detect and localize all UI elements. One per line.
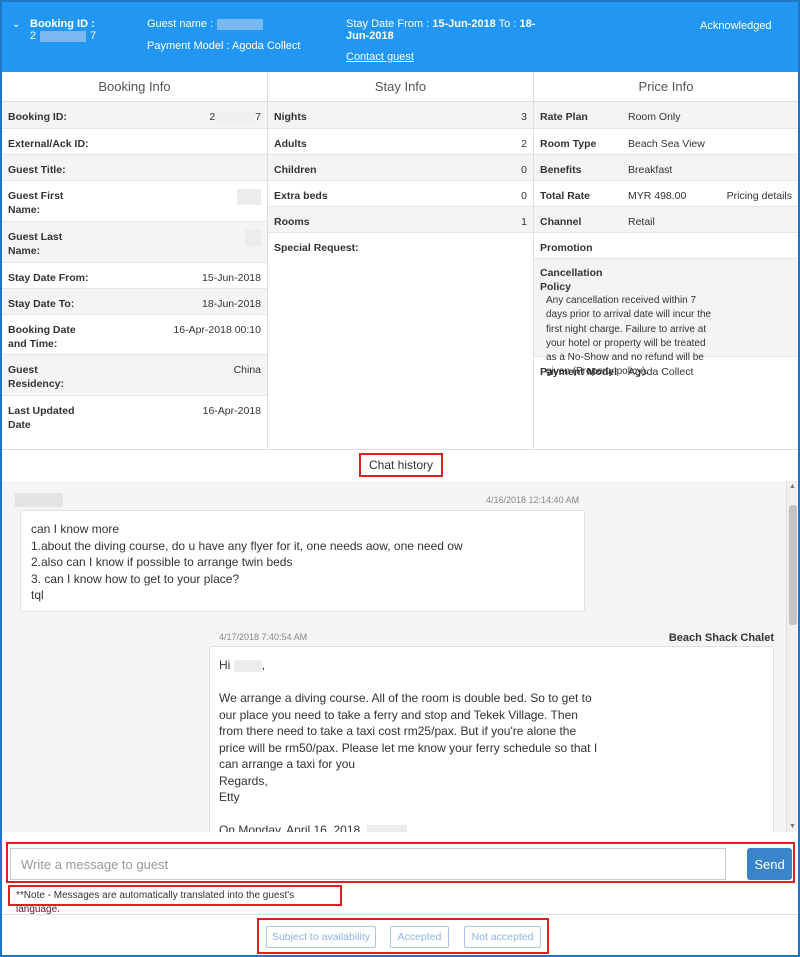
booking-header: ⌄ Booking ID : 27 Guest name : Payment M…	[2, 2, 798, 72]
price-info-column: Price Info Rate Plan Room Only Room Type B…	[534, 72, 798, 450]
header-stay-dates: Stay Date From : 15-Jun-2018 To : 18-Jun…	[346, 18, 536, 42]
message-timestamp: 4/17/2018 7:40:54 AM	[219, 632, 308, 642]
guest-residency-row: Guest Residency: China	[2, 355, 267, 396]
pricing-details-link[interactable]: Pricing details	[727, 189, 792, 203]
header-booking-id: 27	[30, 30, 97, 42]
tab-chat-history[interactable]: Chat history	[359, 453, 443, 477]
guest-first-name-row: Guest First Name:	[2, 181, 267, 222]
redacted-mask	[237, 189, 261, 205]
price-info-title: Price Info	[534, 72, 798, 102]
stay-to-row: Stay Date To: 18-Jun-2018	[2, 289, 267, 315]
scrollbar-thumb[interactable]	[789, 505, 797, 625]
benefits-row: Benefits Breakfast	[534, 155, 798, 181]
message-sender: Beach Shack Chalet	[668, 632, 774, 644]
redacted-mask	[215, 111, 256, 124]
accepted-button[interactable]: Accepted	[390, 926, 449, 948]
rate-plan-row: Rate Plan Room Only	[534, 102, 798, 129]
payment-model-row: Payment Model Agoda Collect	[540, 366, 694, 378]
stay-info-column: Stay Info Nights 3 Adults 2 Children 0 E…	[268, 72, 534, 450]
scroll-down-icon[interactable]: ▼	[789, 823, 796, 830]
booking-id-row: Booking ID: 27	[2, 102, 267, 129]
chat-scrollbar[interactable]: ▲ ▼	[786, 481, 798, 832]
booking-detail-panel: ⌄ Booking ID : 27 Guest name : Payment M…	[0, 0, 800, 957]
host-message-bubble: Hi , We arrange a diving course. All of …	[209, 646, 774, 832]
guest-name-redacted	[15, 493, 63, 507]
channel-row: Channel Retail	[534, 207, 798, 233]
external-id-row: External/Ack ID:	[2, 129, 267, 155]
redacted-mask	[40, 30, 87, 42]
cancellation-policy-row: Cancellation PolicyAny cancellation rece…	[534, 259, 798, 377]
children-row: Children 0	[268, 155, 533, 181]
redacted-mask	[366, 824, 407, 832]
booking-date-row: Booking Date and Time: 16-Apr-2018 00:10	[2, 315, 267, 355]
promotion-row: Promotion	[534, 233, 798, 259]
message-input[interactable]	[10, 848, 726, 880]
nights-row: Nights 3	[268, 102, 533, 129]
not-accepted-button[interactable]: Not accepted	[464, 926, 541, 948]
guest-message-bubble: can I know more 1.about the diving cours…	[20, 510, 585, 612]
divider	[2, 449, 798, 450]
message-timestamp: 4/16/2018 12:14:40 AM	[486, 495, 580, 505]
send-button[interactable]: Send	[747, 848, 792, 880]
stay-from-row: Stay Date From: 15-Jun-2018	[2, 263, 267, 289]
info-columns: Booking Info Booking ID: 27 External/Ack…	[2, 72, 798, 450]
status-badge: Acknowledged	[700, 20, 772, 32]
stay-info-title: Stay Info	[268, 72, 533, 102]
redacted-mask	[217, 18, 264, 30]
booking-info-title: Booking Info	[2, 72, 267, 102]
header-booking-id-label: Booking ID :	[30, 18, 95, 30]
contact-guest-link[interactable]: Contact guest	[346, 51, 414, 63]
subject-to-availability-button[interactable]: Subject to availability	[266, 926, 376, 948]
chevron-down-icon[interactable]: ⌄	[12, 19, 20, 30]
guest-last-name-row: Guest Last Name:	[2, 222, 267, 263]
last-updated-row: Last Updated Date 16-Apr-2018	[8, 405, 261, 431]
total-rate-row: Total Rate MYR 498.00 Pricing details	[534, 181, 798, 207]
extra-beds-row: Extra beds 0	[268, 181, 533, 207]
redacted-mask	[245, 230, 261, 246]
redacted-mask	[233, 659, 262, 672]
booking-info-column: Booking Info Booking ID: 27 External/Ack…	[2, 72, 268, 450]
scroll-up-icon[interactable]: ▲	[789, 483, 796, 490]
guest-title-row: Guest Title:	[2, 155, 267, 181]
room-type-row: Room Type Beach Sea View	[534, 129, 798, 155]
special-request-row: Special Request:	[274, 242, 359, 254]
chat-history-area[interactable]: 4/16/2018 12:14:40 AM can I know more 1.…	[2, 481, 798, 832]
rooms-row: Rooms 1	[268, 207, 533, 233]
header-guest-name: Guest name :	[147, 18, 267, 30]
header-payment-model: Payment Model : Agoda Collect	[147, 40, 301, 52]
translation-note: **Note - Messages are automatically tran…	[8, 885, 342, 915]
adults-row: Adults 2	[268, 129, 533, 155]
divider	[2, 914, 798, 915]
